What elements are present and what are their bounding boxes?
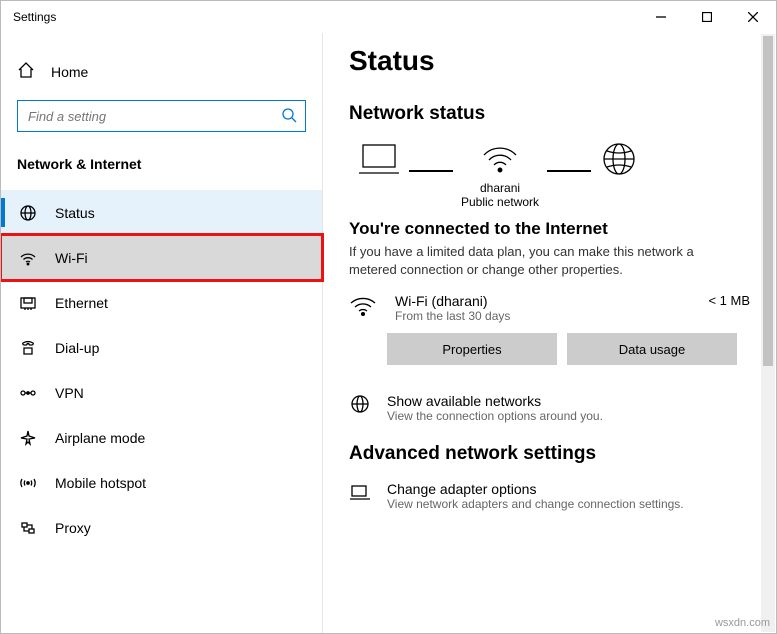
sidebar-item-wifi[interactable]: Wi-Fi — [1, 235, 322, 280]
status-icon — [19, 204, 37, 222]
connected-title: You're connected to the Internet — [349, 219, 750, 239]
hotspot-icon — [19, 474, 37, 492]
sidebar-item-dialup[interactable]: Dial-up — [1, 325, 322, 370]
advanced-header: Advanced network settings — [349, 443, 750, 465]
sidebar-item-ethernet[interactable]: Ethernet — [1, 280, 322, 325]
diagram-net-type: Public network — [461, 195, 539, 209]
vpn-icon — [19, 384, 37, 402]
home-button[interactable]: Home — [1, 53, 322, 90]
diagram-ssid: dharani — [461, 181, 539, 195]
minimize-button[interactable] — [638, 1, 684, 33]
sidebar-item-airplane[interactable]: Airplane mode — [1, 415, 322, 460]
sidebar-item-proxy[interactable]: Proxy — [1, 505, 322, 550]
show-networks-title: Show available networks — [387, 393, 603, 409]
sidebar-item-label: Airplane mode — [55, 430, 145, 446]
sidebar-item-label: Status — [55, 205, 95, 221]
sidebar: Home Network & Internet Status — [1, 33, 323, 633]
wifi-name: Wi-Fi (dharani) — [395, 293, 690, 309]
proxy-icon — [19, 519, 37, 537]
globe-icon — [599, 141, 639, 177]
adapter-sub: View network adapters and change connect… — [387, 497, 684, 511]
diagram-pc — [357, 141, 401, 209]
scrollbar[interactable] — [761, 34, 775, 632]
titlebar: Settings — [1, 1, 776, 33]
sidebar-item-label: Wi-Fi — [55, 250, 88, 266]
diagram-line — [409, 170, 453, 172]
adapter-title: Change adapter options — [387, 481, 684, 497]
sidebar-item-label: Mobile hotspot — [55, 475, 146, 491]
status-diagram: dharani Public network — [349, 141, 750, 209]
search-input[interactable] — [17, 100, 306, 132]
sidebar-nav: Status Wi-Fi Ethernet — [1, 190, 322, 550]
settings-window: Settings Home — [0, 0, 777, 634]
home-label: Home — [51, 64, 88, 80]
sidebar-item-hotspot[interactable]: Mobile hotspot — [1, 460, 322, 505]
window-body: Home Network & Internet Status — [1, 33, 776, 633]
window-title: Settings — [13, 10, 56, 24]
search-icon — [281, 107, 297, 126]
show-networks-sub: View the connection options around you. — [387, 409, 603, 423]
search-container — [17, 100, 306, 132]
network-status-header: Network status — [349, 103, 750, 125]
watermark: wsxdn.com — [715, 617, 770, 629]
diagram-globe — [599, 141, 639, 209]
adapter-options-link[interactable]: Change adapter options View network adap… — [349, 481, 750, 511]
airplane-icon — [19, 429, 37, 447]
data-usage-button[interactable]: Data usage — [567, 333, 737, 365]
maximize-button[interactable] — [684, 1, 730, 33]
wifi-buttons: Properties Data usage — [387, 333, 750, 365]
main-content: Status Network status dharani Public net… — [323, 33, 776, 633]
home-icon — [17, 61, 35, 82]
dialup-icon — [19, 339, 37, 357]
sidebar-item-label: Dial-up — [55, 340, 99, 356]
sidebar-item-label: Proxy — [55, 520, 91, 536]
scroll-thumb[interactable] — [763, 36, 773, 366]
sidebar-item-status[interactable]: Status — [1, 190, 322, 235]
window-controls — [638, 1, 776, 33]
connected-desc: If you have a limited data plan, you can… — [349, 243, 729, 279]
close-button[interactable] — [730, 1, 776, 33]
ethernet-icon — [19, 294, 37, 312]
globe-small-icon — [349, 393, 371, 418]
sidebar-item-label: Ethernet — [55, 295, 108, 311]
pc-icon — [357, 141, 401, 177]
adapter-icon — [349, 481, 371, 506]
wifi-icon — [19, 249, 37, 267]
wifi-large-icon — [480, 141, 520, 177]
sidebar-item-vpn[interactable]: VPN — [1, 370, 322, 415]
show-networks-link[interactable]: Show available networks View the connect… — [349, 393, 750, 423]
wifi-signal-icon — [349, 293, 377, 322]
wifi-info-row: Wi-Fi (dharani) From the last 30 days < … — [349, 293, 750, 323]
wifi-info: Wi-Fi (dharani) From the last 30 days — [395, 293, 690, 323]
sidebar-item-label: VPN — [55, 385, 84, 401]
search-field[interactable] — [26, 108, 281, 125]
properties-button[interactable]: Properties — [387, 333, 557, 365]
wifi-usage: < 1 MB — [708, 293, 750, 308]
page-title: Status — [349, 45, 750, 77]
wifi-period: From the last 30 days — [395, 309, 690, 323]
diagram-wifi: dharani Public network — [461, 141, 539, 209]
sidebar-section-header: Network & Internet — [1, 152, 322, 190]
diagram-line — [547, 170, 591, 172]
